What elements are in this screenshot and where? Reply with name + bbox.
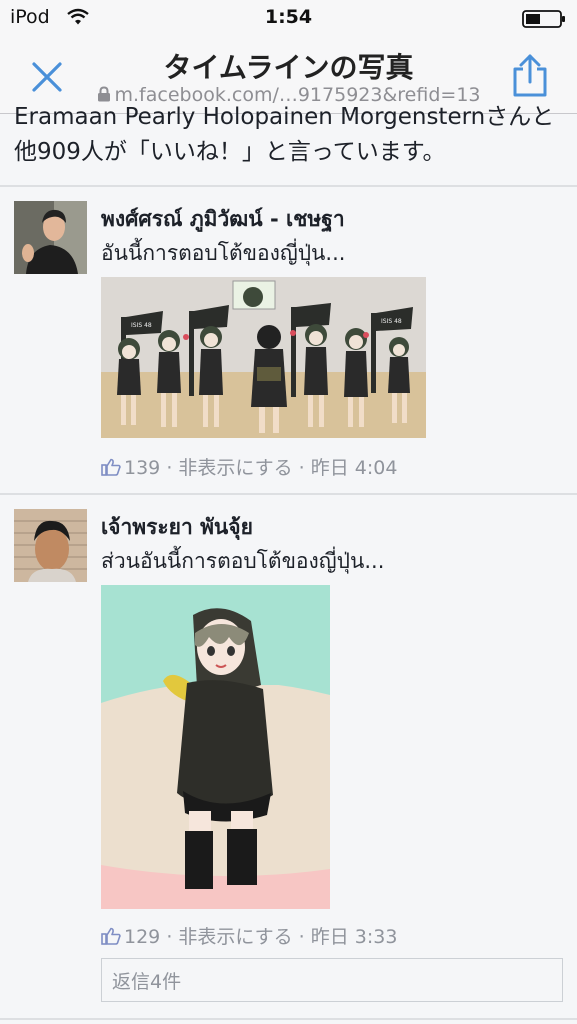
battery-icon <box>522 10 565 28</box>
comment-text: อันนี้การตอบโต้ของญี่ปุ่น... <box>101 241 346 265</box>
comment-meta: 129 · 非表示にする · 昨日 3:33 <box>101 922 397 949</box>
divider <box>0 493 577 495</box>
comment-text: ส่วนอันนี้การตอบโต้ของญี่ปุ่น... <box>101 549 385 573</box>
divider <box>0 1018 577 1020</box>
flag-text: ISIS 48 <box>131 322 152 329</box>
avatar[interactable] <box>14 201 87 274</box>
like-icon <box>101 927 121 945</box>
comment-photo[interactable] <box>101 585 330 909</box>
meta-separator: · <box>166 457 173 479</box>
status-bar: iPod 1:54 <box>0 0 577 38</box>
page-title: タイムラインの写真 <box>163 51 414 84</box>
hide-link[interactable]: 非表示にする <box>178 457 292 479</box>
flag-text: ISIS 48 <box>381 318 402 325</box>
comment-time: 昨日 3:33 <box>310 926 398 948</box>
replies-button[interactable]: 返信4件 <box>101 958 563 1002</box>
like-count[interactable]: 129 <box>124 926 160 948</box>
comment-meta: 139 · 非表示にする · 昨日 4:04 <box>101 453 397 480</box>
meta-separator: · <box>298 457 305 479</box>
like-icon <box>101 458 121 476</box>
comment-photo[interactable]: ISIS 48 ISIS 48 <box>101 277 426 438</box>
likes-summary[interactable]: Eramaan Pearly Holopainen Morgensternさんと… <box>14 100 569 170</box>
hide-link[interactable]: 非表示にする <box>178 926 292 948</box>
comment-author[interactable]: เจ้าพระยา พันจุ้ย <box>101 511 253 544</box>
comment-time: 昨日 4:04 <box>310 457 398 479</box>
avatar[interactable] <box>14 509 87 582</box>
meta-separator: · <box>298 926 305 948</box>
divider <box>0 185 577 187</box>
comment-author[interactable]: พงศ์ศรณ์ ภูมิวัฒน์ - เชษฐา <box>101 203 345 236</box>
share-icon[interactable] <box>506 52 554 100</box>
meta-separator: · <box>166 926 173 948</box>
like-count[interactable]: 139 <box>124 457 160 479</box>
status-time: 1:54 <box>264 6 313 28</box>
